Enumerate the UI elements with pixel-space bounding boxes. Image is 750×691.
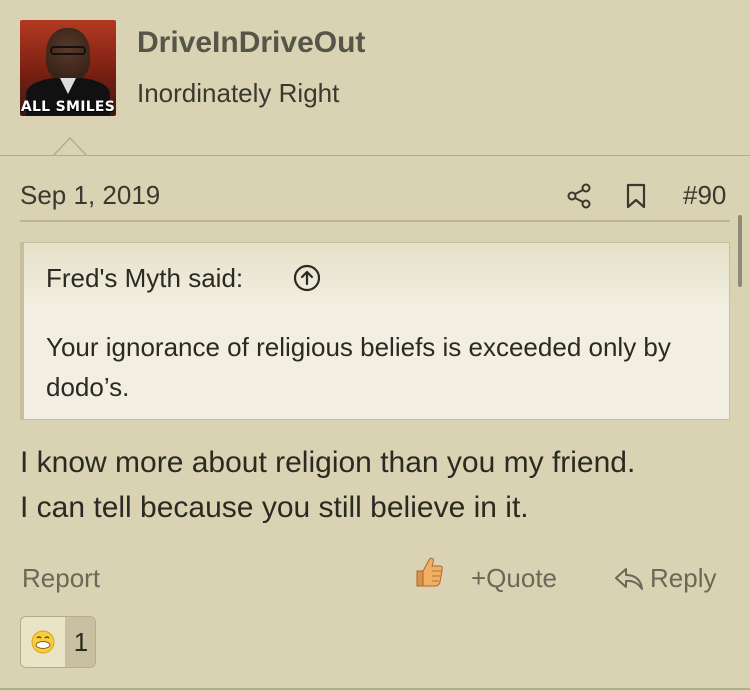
quote-author: Fred's Myth said: bbox=[46, 263, 244, 293]
reaction-count: 1 bbox=[65, 617, 95, 667]
post-body-line: I know more about religion than you my f… bbox=[20, 446, 636, 479]
post-number-link[interactable]: #90 bbox=[683, 180, 726, 211]
reply-label: Reply bbox=[650, 563, 717, 593]
quote-header: Fred's Myth said: bbox=[24, 243, 729, 309]
share-icon[interactable] bbox=[566, 183, 592, 209]
header-pointer-arrow bbox=[52, 137, 88, 157]
quote-block: Fred's Myth said: Your ignorance of reli… bbox=[20, 242, 730, 420]
avatar-glasses bbox=[50, 46, 86, 55]
avatar-face bbox=[46, 28, 90, 82]
post-body: I know more about religion than you my f… bbox=[20, 440, 735, 530]
grinning-emoji-icon bbox=[31, 630, 55, 654]
post-user-header: ALL SMILES DriveInDriveOut Inordinately … bbox=[0, 0, 750, 155]
quote-button[interactable]: +Quote bbox=[471, 563, 557, 594]
arrow-up-circle-icon[interactable] bbox=[293, 264, 321, 292]
bottom-divider bbox=[0, 688, 750, 690]
meta-divider bbox=[20, 220, 730, 222]
reply-button[interactable]: Reply bbox=[614, 563, 716, 594]
reaction-summary[interactable]: 1 bbox=[20, 616, 96, 668]
scrollbar[interactable] bbox=[738, 215, 742, 287]
username-link[interactable]: DriveInDriveOut bbox=[137, 26, 365, 60]
report-link[interactable]: Report bbox=[22, 563, 100, 594]
quote-text: Your ignorance of religious beliefs is e… bbox=[46, 332, 671, 402]
post-body-line: I can tell because you still believe in … bbox=[20, 491, 529, 524]
reply-arrow-icon bbox=[615, 567, 643, 590]
user-title: Inordinately Right bbox=[137, 78, 340, 108]
avatar[interactable]: ALL SMILES bbox=[20, 20, 116, 116]
avatar-badge-text: ALL SMILES bbox=[20, 99, 116, 115]
post-date-link[interactable]: Sep 1, 2019 bbox=[20, 180, 160, 211]
thumbs-up-icon[interactable] bbox=[412, 555, 446, 589]
bookmark-icon[interactable] bbox=[624, 183, 648, 209]
header-divider bbox=[0, 155, 750, 156]
